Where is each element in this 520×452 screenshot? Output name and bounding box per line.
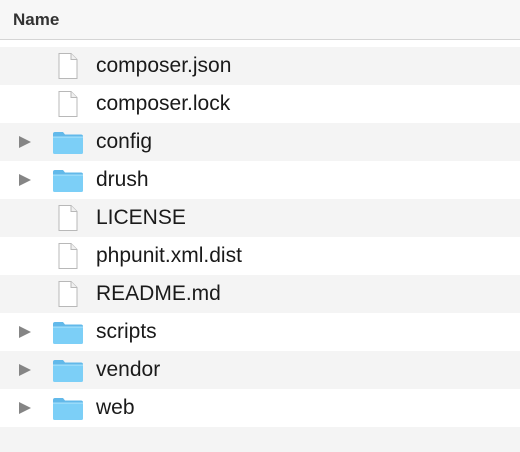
file-name: phpunit.xml.dist	[96, 244, 242, 267]
empty-row-area	[0, 427, 520, 452]
column-header-name[interactable]: Name	[0, 0, 520, 40]
file-row[interactable]: LICENSE	[0, 199, 520, 237]
file-name: composer.json	[96, 54, 232, 77]
document-icon	[52, 52, 84, 80]
disclosure-triangle-icon[interactable]	[19, 364, 31, 376]
folder-icon	[52, 318, 84, 346]
column-header-label: Name	[13, 9, 60, 29]
file-name: web	[96, 396, 135, 419]
folder-row[interactable]: scripts	[0, 313, 520, 351]
folder-icon	[52, 128, 84, 156]
disclosure-triangle-icon[interactable]	[19, 136, 31, 148]
file-row[interactable]: phpunit.xml.dist	[0, 237, 520, 275]
document-icon	[52, 242, 84, 270]
folder-row[interactable]: web	[0, 389, 520, 427]
file-row[interactable]: composer.lock	[0, 85, 520, 123]
file-name: README.md	[96, 282, 221, 305]
document-icon	[52, 90, 84, 118]
file-name: composer.lock	[96, 92, 231, 115]
folder-row[interactable]: vendor	[0, 351, 520, 389]
file-row[interactable]: README.md	[0, 275, 520, 313]
folder-icon	[52, 356, 84, 384]
document-icon	[52, 204, 84, 232]
file-name: LICENSE	[96, 206, 186, 229]
file-row[interactable]: composer.json	[0, 47, 520, 85]
disclosure-triangle-icon[interactable]	[19, 402, 31, 414]
folder-icon	[52, 394, 84, 422]
folder-icon	[52, 166, 84, 194]
file-list: composer.json composer.lock config drush LIC…	[0, 47, 520, 427]
file-name: drush	[96, 168, 149, 191]
disclosure-triangle-icon[interactable]	[19, 326, 31, 338]
file-name: scripts	[96, 320, 157, 343]
file-name: vendor	[96, 358, 161, 381]
file-name: config	[96, 130, 153, 153]
finder-list-view: Name composer.json composer.lock config dru…	[0, 0, 520, 452]
folder-row[interactable]: config	[0, 123, 520, 161]
document-icon	[52, 280, 84, 308]
folder-row[interactable]: drush	[0, 161, 520, 199]
disclosure-triangle-icon[interactable]	[19, 174, 31, 186]
